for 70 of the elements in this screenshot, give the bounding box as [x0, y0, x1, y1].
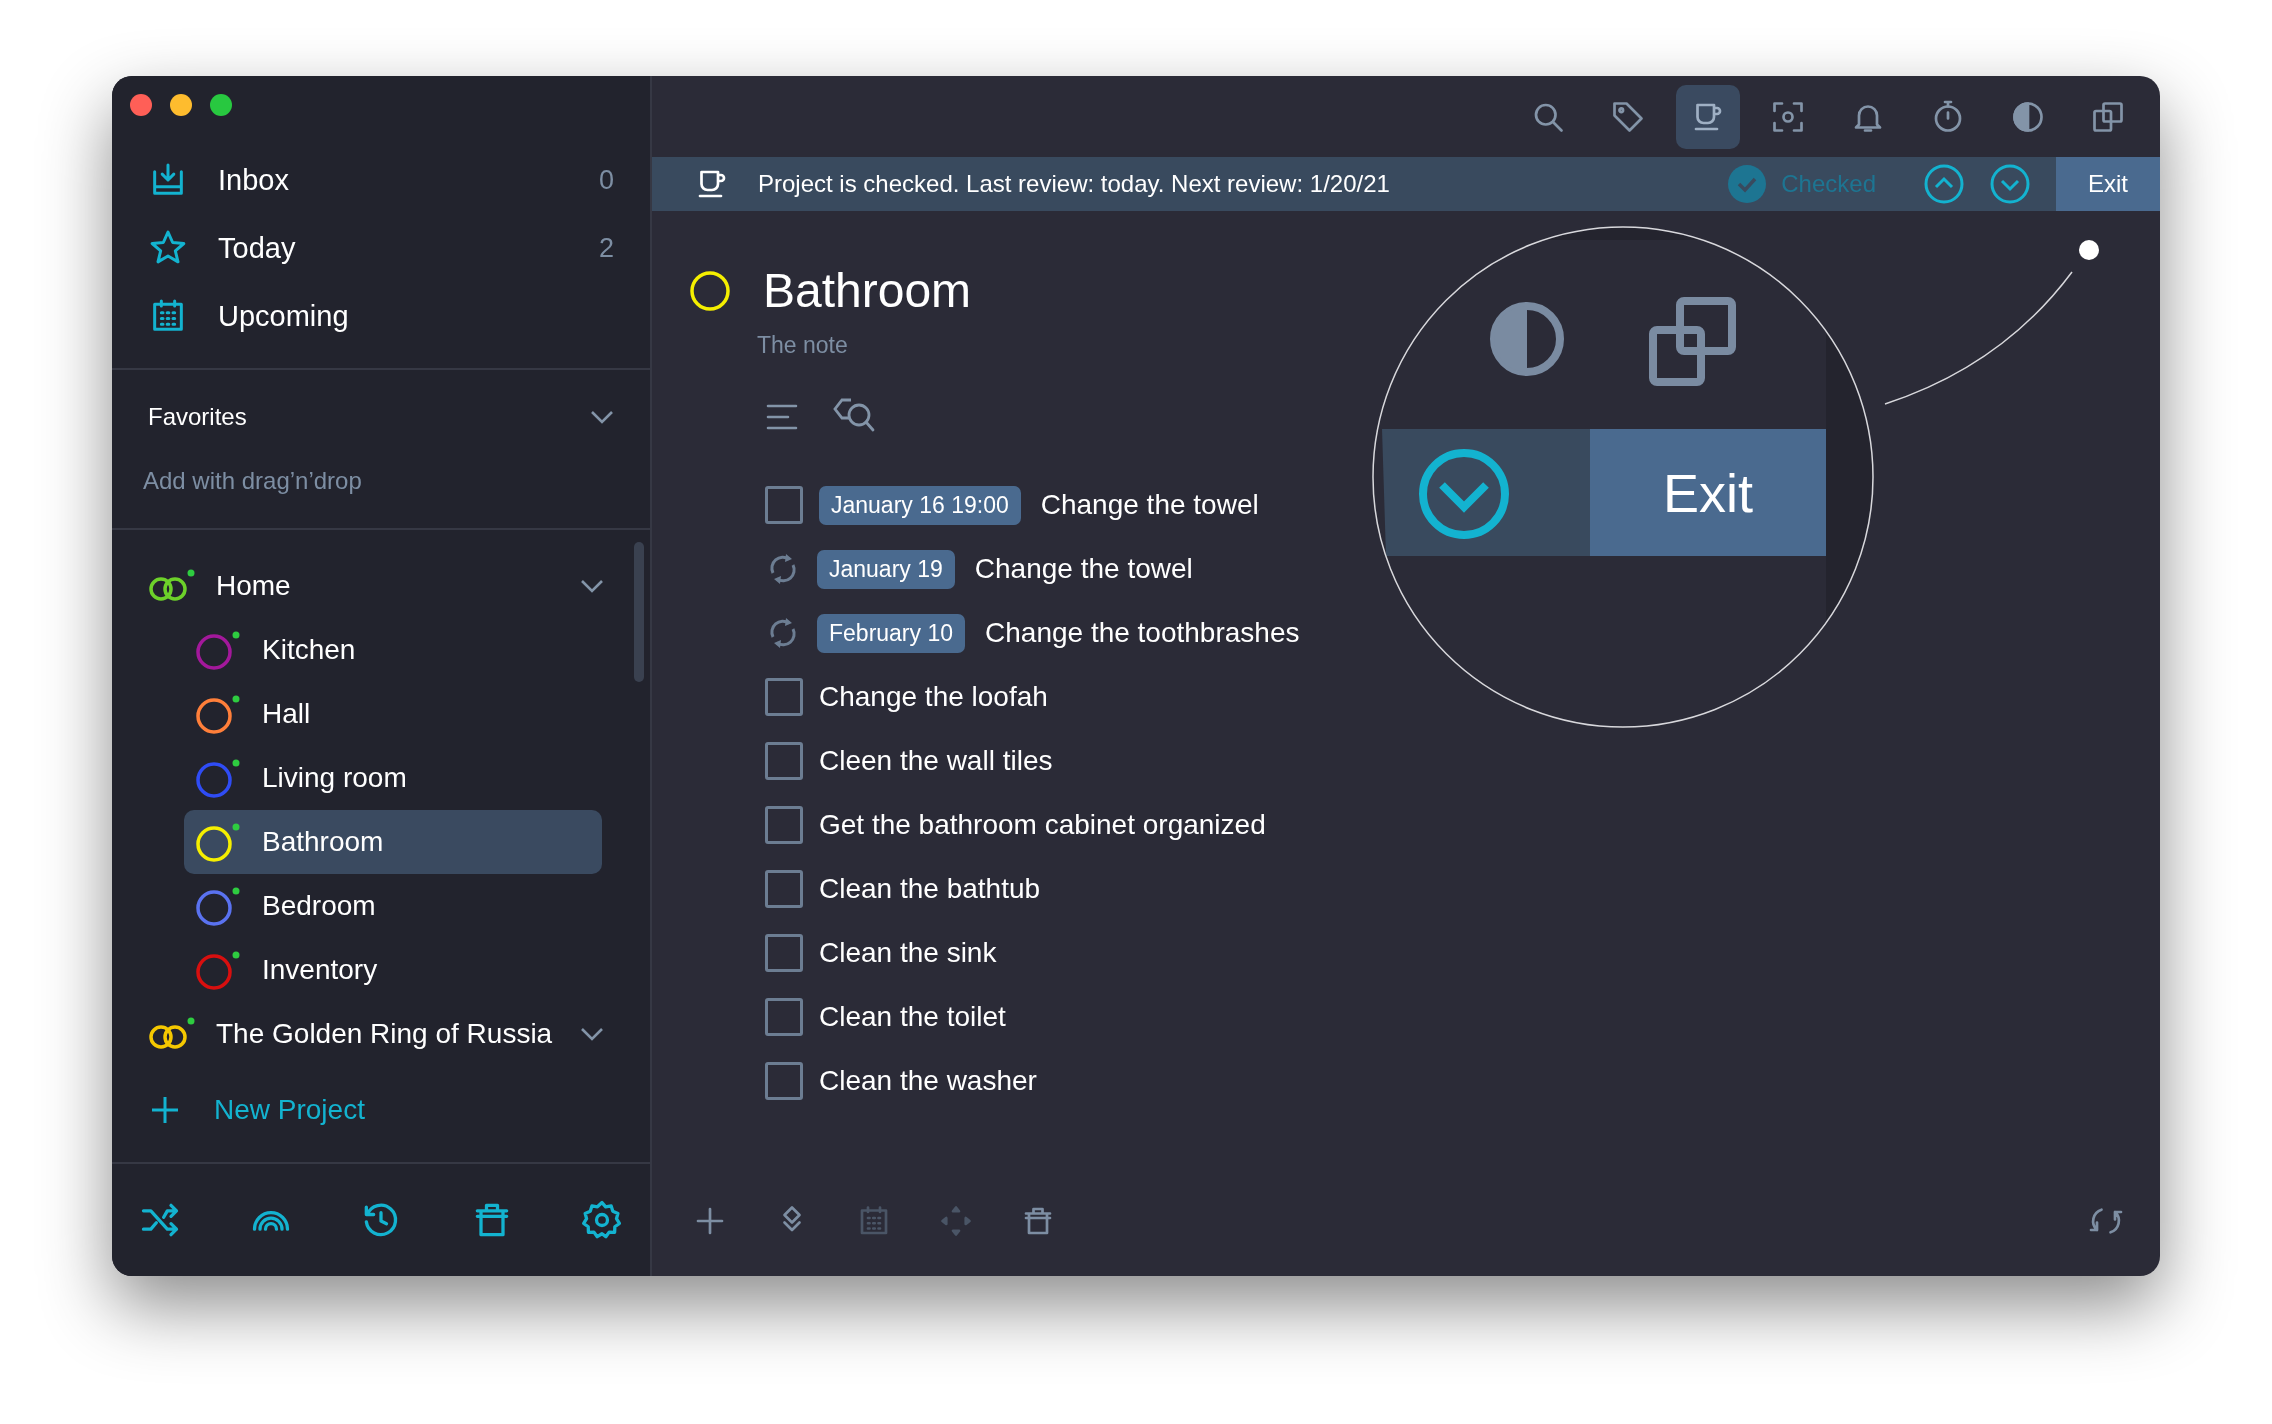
nav-item[interactable]: Upcoming [112, 282, 650, 350]
item-count: 2 [598, 232, 614, 264]
date-tag[interactable]: February 10 [817, 613, 965, 653]
task-checkbox[interactable] [765, 998, 803, 1036]
project-item[interactable]: Bedroom [184, 874, 602, 938]
project-group-item[interactable]: Home [148, 554, 614, 618]
banner-message: Project is checked. Last review: today. Next review: 1/20/21 [758, 170, 1391, 198]
chevron-up-circle-icon[interactable] [1924, 164, 1964, 204]
task-title: Change the toothbrashes [985, 617, 1300, 649]
project-item[interactable]: Inventory [184, 938, 602, 1002]
project-name: Living room [262, 762, 408, 794]
item-count: 0 [598, 164, 614, 196]
task-title: Change the loofah [819, 681, 1048, 713]
list-icon[interactable] [765, 403, 799, 431]
nav-label: Upcoming [218, 299, 350, 333]
nav-item[interactable]: Today 2 [112, 214, 650, 282]
section-title: Favorites [148, 403, 247, 431]
task-title: Cleen the wall tiles [819, 745, 1053, 777]
task-title: Change the towel [974, 553, 1193, 585]
chevron-down-icon[interactable] [580, 1027, 604, 1041]
task-title: Change the towel [1040, 489, 1259, 521]
nav-label: Today [218, 231, 297, 265]
copy-icon [1649, 297, 1736, 386]
minimize-button[interactable] [170, 94, 192, 116]
project-title: Bathroom [763, 263, 972, 318]
task-checkbox[interactable] [765, 806, 803, 844]
task-title: Clean the sink [819, 937, 997, 969]
date-tag[interactable]: January 16 19:00 [819, 485, 1021, 525]
toolbar-button[interactable] [1676, 84, 1740, 149]
zoom-button[interactable] [210, 94, 232, 116]
plus-icon [150, 1095, 180, 1125]
task-checkbox[interactable] [765, 742, 803, 780]
pointer-dot [2079, 240, 2099, 260]
scrollbar-thumb[interactable] [634, 542, 644, 682]
check-circle-icon [1727, 164, 1768, 204]
contrast-icon [1490, 302, 1564, 376]
project-note: The note [757, 332, 849, 359]
task-title: Clean the washer [819, 1065, 1037, 1097]
favorites-hint: Add with drag’n’drop [143, 467, 363, 495]
task-checkbox[interactable] [765, 870, 803, 908]
chevron-down-icon[interactable] [580, 579, 604, 593]
task-checkbox[interactable] [765, 486, 803, 524]
task-title: Clean the bathtub [819, 873, 1041, 905]
project-name: Home [216, 570, 292, 602]
chevron-down-icon[interactable] [590, 410, 614, 424]
project-name: Bathroom [262, 826, 385, 858]
project-name: The Golden Ring of Russia [216, 1018, 554, 1050]
new-project-button[interactable]: New Project [148, 1074, 614, 1146]
chevron-down-circle-icon[interactable] [1990, 164, 2030, 204]
move-icon [938, 1203, 974, 1239]
nav-label: Inbox [218, 163, 290, 197]
project-item[interactable]: Kitchen [184, 618, 602, 682]
nav-item[interactable]: Inbox 0 [112, 146, 650, 214]
project-group-item[interactable]: The Golden Ring of Russia [148, 1002, 614, 1066]
project-item[interactable]: Living room [184, 746, 602, 810]
project-name: Hall [262, 698, 312, 730]
chevron-down-circle-icon [1419, 449, 1509, 539]
project-name: Kitchen [262, 634, 357, 666]
project-name: Inventory [262, 954, 379, 986]
project-name: Bedroom [262, 890, 377, 922]
project-item[interactable]: Bathroom [184, 810, 602, 874]
date-tag[interactable]: January 19 [817, 549, 955, 589]
task-title: Get the bathroom cabinet organized [819, 809, 1266, 841]
task-title: Clean the toilet [819, 1001, 1006, 1033]
exit-button[interactable]: Exit [2056, 157, 2160, 211]
project-item[interactable]: Hall [184, 682, 602, 746]
close-button[interactable] [130, 94, 152, 116]
task-checkbox[interactable] [765, 678, 803, 716]
task-checkbox[interactable] [765, 1062, 803, 1100]
task-checkbox[interactable] [765, 934, 803, 972]
